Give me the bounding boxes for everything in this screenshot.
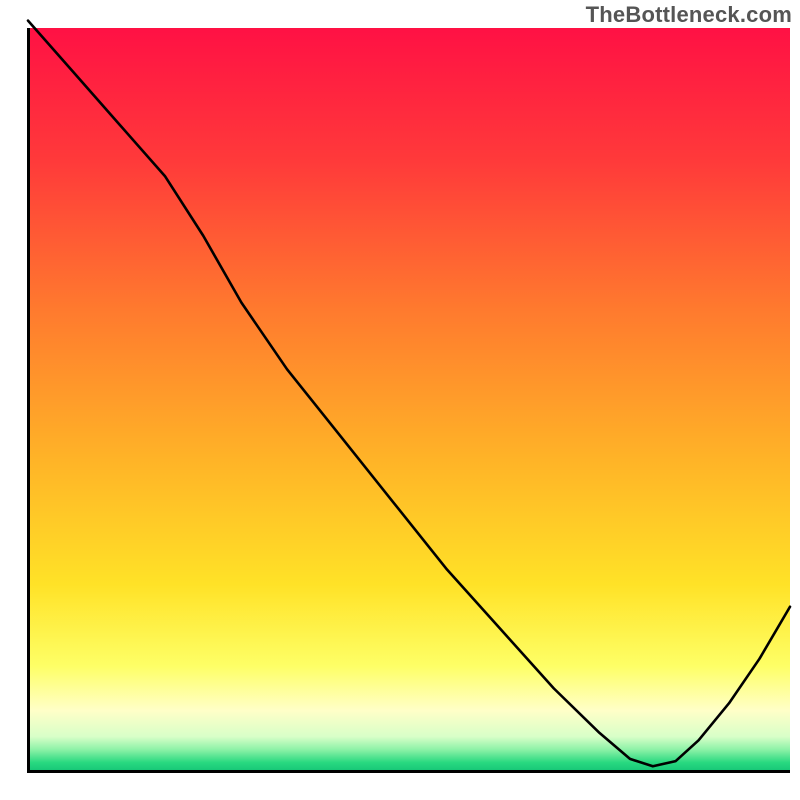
plot-area — [28, 28, 790, 770]
watermark-text: TheBottleneck.com — [586, 2, 792, 28]
x-axis — [28, 770, 790, 773]
chart-container: TheBottleneck.com — [0, 0, 800, 800]
bottleneck-curve — [28, 28, 790, 770]
y-axis — [27, 28, 30, 773]
